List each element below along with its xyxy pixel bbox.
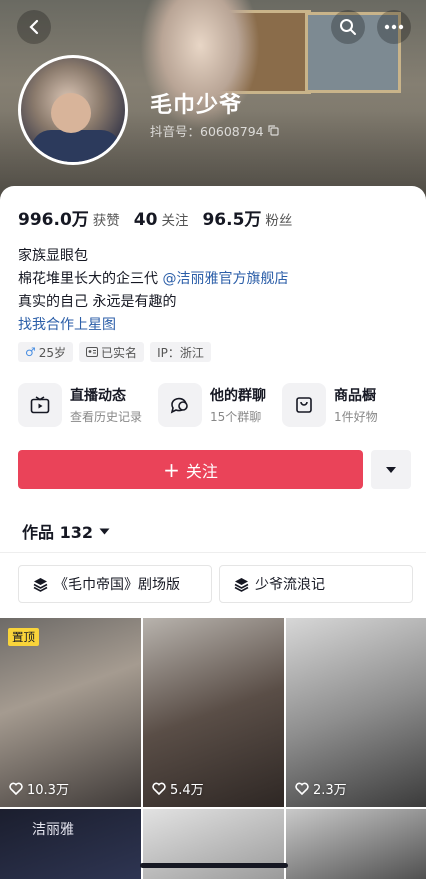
like-count: 10.3万: [9, 779, 69, 798]
stat-likes: 996.0万 获赞: [18, 205, 120, 230]
like-count: 5.4万: [152, 779, 204, 798]
feature-subtitle: 1件好物: [334, 410, 378, 424]
follow-label: 关注: [185, 461, 218, 481]
collection-label: 少爷流浪记: [255, 577, 325, 593]
collection-label: 《毛巾帝国》剧场版: [54, 577, 180, 593]
back-button[interactable]: [17, 10, 51, 44]
ip-tag: IP：浙江: [150, 342, 211, 362]
more-options-button[interactable]: [377, 10, 411, 44]
triangle-down-icon: [99, 528, 110, 534]
stat-following[interactable]: 40 关注: [134, 209, 189, 230]
like-count-text: 2.3万: [313, 783, 347, 798]
feature-shop-window[interactable]: 商品橱 1件好物: [282, 383, 378, 427]
bio-line: 棉花堆里长大的企三代 @洁丽雅官方旗舰店: [18, 268, 288, 291]
works-label: 作品 132: [22, 523, 93, 542]
layers-icon: [33, 577, 48, 592]
like-count-text: 5.4万: [170, 783, 204, 798]
feature-title: 商品橱: [334, 388, 377, 404]
feature-icon-box: [18, 383, 62, 427]
id-card-icon: [86, 347, 99, 357]
follow-button[interactable]: + 关注: [18, 450, 363, 489]
like-count: 2.3万: [295, 779, 347, 798]
male-icon: ♂: [25, 345, 36, 359]
douyin-id[interactable]: 抖音号：60608794: [150, 121, 279, 140]
heart-icon: [295, 782, 309, 795]
collections-row: 《毛巾帝国》剧场版 少爷流浪记: [18, 565, 413, 603]
feature-subtitle: 15个群聊: [210, 410, 262, 424]
divider: [0, 552, 426, 553]
profile-tags: ♂ 25岁 已实名 IP：浙江: [18, 342, 211, 362]
video-tile[interactable]: 置顶 10.3万: [0, 618, 141, 807]
age-text: 25岁: [38, 345, 67, 360]
feature-title: 他的群聊: [210, 388, 267, 404]
video-tile[interactable]: 5.4万: [143, 618, 284, 807]
brand-watermark: 洁丽雅: [32, 822, 74, 838]
heart-icon: [9, 782, 23, 795]
stat-value: 40: [133, 210, 158, 230]
feature-title: 直播动态: [70, 388, 126, 404]
bio: 家族显眼包 棉花堆里长大的企三代 @洁丽雅官方旗舰店 真实的自己 永远是有趣的 …: [18, 245, 288, 337]
stat-label: 获赞: [92, 213, 120, 229]
age-tag: ♂ 25岁: [18, 342, 74, 362]
plus-icon: +: [163, 457, 180, 482]
feature-subtitle: 查看历史记录: [70, 410, 143, 424]
search-button[interactable]: [331, 10, 365, 44]
video-grid: 置顶 10.3万 5.4万 2.3万 洁丽雅: [0, 618, 426, 879]
chevron-left-icon: [29, 19, 39, 35]
douyin-id-text: 抖音号：60608794: [150, 124, 264, 139]
stat-value: 96.5万: [202, 210, 262, 230]
video-tile[interactable]: [143, 809, 284, 879]
nickname: 毛巾少爷: [150, 93, 243, 118]
verified-text: 已实名: [101, 345, 138, 360]
home-indicator: [140, 863, 288, 868]
bag-icon: [296, 397, 312, 413]
collection-chip[interactable]: 少爷流浪记: [219, 565, 413, 603]
stat-label: 粉丝: [265, 213, 293, 229]
video-tile[interactable]: 洁丽雅: [0, 809, 141, 879]
profile-stats: 996.0万 获赞 40 关注 96.5万 粉丝: [18, 205, 292, 230]
collection-chip[interactable]: 《毛巾帝国》剧场版: [18, 565, 212, 603]
feature-row: 直播动态 查看历史记录 他的群聊 15个群聊 商品橱 1件好物: [18, 383, 426, 427]
chat-icon: [170, 397, 188, 414]
avatar-figure: [31, 130, 121, 162]
layers-icon: [234, 577, 249, 592]
stat-followers[interactable]: 96.5万 粉丝: [202, 205, 292, 230]
feature-live-history[interactable]: 直播动态 查看历史记录: [18, 383, 142, 427]
search-icon: [340, 19, 356, 35]
like-count-text: 10.3万: [27, 783, 69, 798]
triangle-down-icon: [386, 466, 396, 473]
ip-text: IP：浙江: [157, 345, 204, 360]
feature-icon-box: [282, 383, 327, 427]
video-tile[interactable]: [286, 809, 426, 879]
heart-icon: [152, 782, 166, 795]
cooperation-link[interactable]: 找我合作上星图: [18, 314, 288, 337]
stat-label: 关注: [161, 213, 189, 229]
bio-line: 家族显眼包: [18, 248, 88, 264]
copy-icon[interactable]: [268, 125, 279, 136]
stat-value: 996.0万: [18, 210, 89, 230]
works-tab[interactable]: 作品 132: [22, 519, 110, 543]
feature-group-chat[interactable]: 他的群聊 15个群聊: [158, 383, 266, 427]
feature-icon-box: [158, 383, 203, 427]
tv-icon: [30, 396, 50, 414]
verified-tag: 已实名: [79, 342, 145, 362]
more-dots-icon: [384, 24, 404, 30]
recommend-dropdown-button[interactable]: [371, 450, 411, 489]
mention-link[interactable]: @洁丽雅官方旗舰店: [162, 271, 288, 287]
bio-text: 棉花堆里长大的企三代: [18, 271, 163, 287]
pinned-badge: 置顶: [8, 628, 39, 646]
avatar-figure: [51, 93, 91, 133]
avatar[interactable]: [18, 55, 128, 165]
bio-line: 真实的自己 永远是有趣的: [18, 294, 177, 310]
video-tile[interactable]: 2.3万: [286, 618, 426, 807]
